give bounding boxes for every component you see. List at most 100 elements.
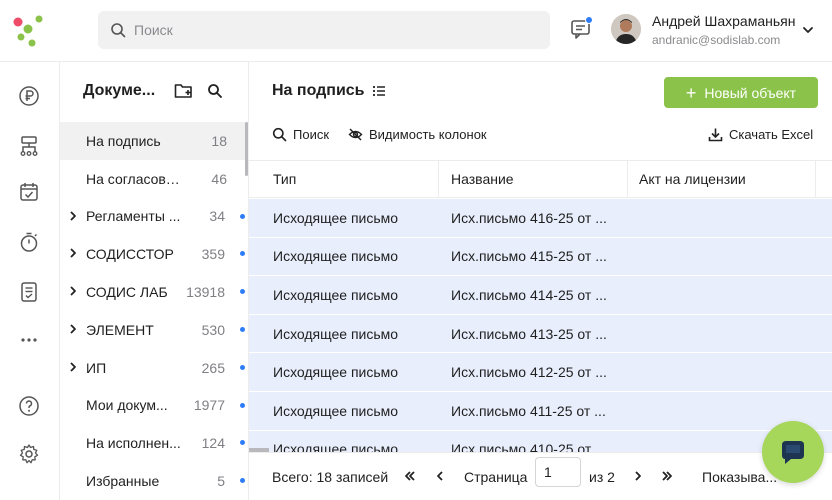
- table-row[interactable]: Исходящее письмо Исх.письмо 416-25 от ...: [249, 199, 832, 238]
- column-visibility-button[interactable]: Видимость колонок: [348, 125, 487, 143]
- panel-title: Докуме...: [83, 82, 156, 99]
- table-row[interactable]: Исходящее письмо Исх.письмо 414-25 от ...: [249, 276, 832, 315]
- scrollbar[interactable]: [245, 122, 248, 176]
- first-page-icon[interactable]: [403, 469, 417, 483]
- unread-dot: [240, 251, 245, 257]
- sidebar-item[interactable]: Избранные 5: [60, 462, 249, 500]
- app-logo[interactable]: [12, 14, 46, 48]
- sidebar-item-label: Регламенты ...: [86, 208, 181, 225]
- table-row[interactable]: Исходящее письмо Исх.письмо 413-25 от ...: [249, 314, 832, 354]
- user-name[interactable]: Андрей Шахраманьян: [652, 13, 795, 29]
- documents-panel: Докуме... На подпись 18 На согласование 46 Р…: [60, 62, 249, 500]
- cell-name: Исх.письмо 416-25 от ...: [451, 209, 607, 226]
- sidebar-item-label: На исполнен...: [86, 435, 181, 452]
- unread-dot: [240, 326, 245, 332]
- sidebar-item-count: 359: [201, 246, 225, 263]
- page-count: из 2: [589, 469, 615, 485]
- column-header[interactable]: Тип: [249, 161, 439, 197]
- chevron-right-icon[interactable]: [68, 210, 78, 222]
- chevron-down-icon[interactable]: [802, 24, 814, 36]
- chevron-right-icon[interactable]: [68, 247, 78, 259]
- calendar-check-icon[interactable]: [17, 180, 41, 204]
- unread-dot: [240, 213, 245, 219]
- sidebar-item-label: СОДИС ЛАБ: [86, 284, 168, 301]
- sidebar-item-count: 1977: [193, 397, 225, 414]
- settings-icon[interactable]: [17, 442, 41, 466]
- search-input[interactable]: [134, 22, 514, 38]
- new-object-button[interactable]: + Новый объект: [664, 77, 818, 108]
- column-header[interactable]: Название: [439, 161, 628, 197]
- cell-type: Исходящее письмо: [273, 209, 399, 226]
- timer-icon[interactable]: [17, 230, 41, 254]
- chat-bubble-icon: [782, 441, 804, 464]
- last-page-icon[interactable]: [660, 469, 674, 483]
- prev-page-icon[interactable]: [433, 469, 447, 483]
- sidebar-item-label: СОДИССТОР: [86, 246, 174, 263]
- cell-type: Исходящее письмо: [273, 248, 399, 265]
- cell-type: Исходящее письмо: [273, 402, 399, 419]
- sidebar-item[interactable]: На согласование 46: [60, 160, 249, 198]
- sidebar-item-label: ИП: [86, 359, 107, 376]
- cell-type: Исходящее письмо: [273, 325, 399, 342]
- download-excel-button[interactable]: Скачать Excel: [708, 125, 813, 143]
- table-row[interactable]: Исходящее письмо Исх.письмо 411-25 от ...: [249, 391, 832, 431]
- org-structure-icon[interactable]: [17, 134, 41, 158]
- cell-type: Исходящее письмо: [273, 441, 399, 452]
- sidebar-item-count: 124: [201, 435, 225, 452]
- chevron-right-icon[interactable]: [68, 285, 78, 297]
- table-search-button[interactable]: Поиск: [272, 125, 329, 143]
- table-row[interactable]: Исходящее письмо Исх.письмо 410-25 от ...: [249, 430, 832, 452]
- download-icon: [708, 128, 723, 141]
- table-row[interactable]: Исходящее письмо Исх.письмо 412-25 от ...: [249, 353, 832, 392]
- sidebar-item[interactable]: ЭЛЕМЕНТ 530: [60, 311, 249, 349]
- support-chat-button[interactable]: [762, 421, 824, 483]
- list-icon[interactable]: [372, 84, 386, 98]
- sidebar-item[interactable]: Мои докум... 1977: [60, 387, 249, 425]
- table-header: Тип Название Акт на лицензии: [249, 160, 832, 198]
- search-icon[interactable]: [207, 83, 223, 99]
- help-icon[interactable]: [17, 394, 41, 418]
- ruble-icon[interactable]: [17, 84, 41, 108]
- more-icon[interactable]: [17, 328, 41, 352]
- cell-name: Исх.письмо 411-25 от ...: [451, 402, 606, 419]
- document-check-icon[interactable]: [17, 280, 41, 304]
- cell-name: Исх.письмо 414-25 от ...: [451, 286, 607, 303]
- sidebar-item[interactable]: СОДИС ЛАБ 13918: [60, 273, 249, 311]
- download-excel-label: Скачать Excel: [729, 126, 814, 142]
- sidebar-item[interactable]: ИП 265: [60, 349, 249, 387]
- sidebar-item[interactable]: На подпись 18: [60, 122, 249, 160]
- sidebar-item-count: 530: [201, 321, 225, 338]
- avatar[interactable]: [611, 14, 641, 44]
- sidebar-item-label: Избранные: [86, 473, 160, 490]
- sidebar-item-count: 18: [211, 132, 227, 149]
- unread-dot: [240, 478, 245, 484]
- sidebar-item[interactable]: На исполнен... 124: [60, 424, 249, 462]
- table-row[interactable]: Исходящее письмо Исх.письмо 415-25 от ...: [249, 237, 832, 277]
- cell-type: Исходящее письмо: [273, 286, 399, 303]
- top-header: Андрей Шахраманьян andranic@sodislab.com: [0, 0, 832, 62]
- sidebar-item-label: ЭЛЕМЕНТ: [86, 321, 154, 338]
- global-search[interactable]: [98, 11, 550, 49]
- page-number-input[interactable]: [535, 457, 581, 487]
- unread-dot: [240, 402, 245, 408]
- sidebar-item-count: 13918: [186, 284, 225, 301]
- sidebar-item[interactable]: СОДИССТОР 359: [60, 235, 249, 273]
- search-icon: [272, 127, 287, 141]
- column-header[interactable]: Акт на лицензии: [628, 161, 816, 197]
- table-body: Исходящее письмо Исх.письмо 416-25 от ...…: [249, 199, 832, 452]
- sidebar-item-label: На подпись: [86, 132, 161, 149]
- plus-icon: +: [685, 82, 697, 103]
- chevron-right-icon[interactable]: [68, 361, 78, 373]
- eye-off-icon: [348, 127, 363, 141]
- table-search-label: Поиск: [293, 126, 330, 142]
- cell-name: Исх.письмо 415-25 от ...: [451, 248, 607, 265]
- sidebar-item[interactable]: Регламенты ... 34: [60, 198, 249, 236]
- page-label: Страница: [464, 469, 528, 485]
- sidebar-item-count: 34: [209, 208, 225, 225]
- add-folder-icon[interactable]: [174, 82, 194, 100]
- main-content: На подпись + Новый объект Поиск Видимость…: [249, 62, 832, 500]
- sidebar-item-count: 5: [217, 473, 225, 490]
- column-visibility-label: Видимость колонок: [369, 126, 487, 142]
- next-page-icon[interactable]: [631, 469, 645, 483]
- chevron-right-icon[interactable]: [68, 323, 78, 335]
